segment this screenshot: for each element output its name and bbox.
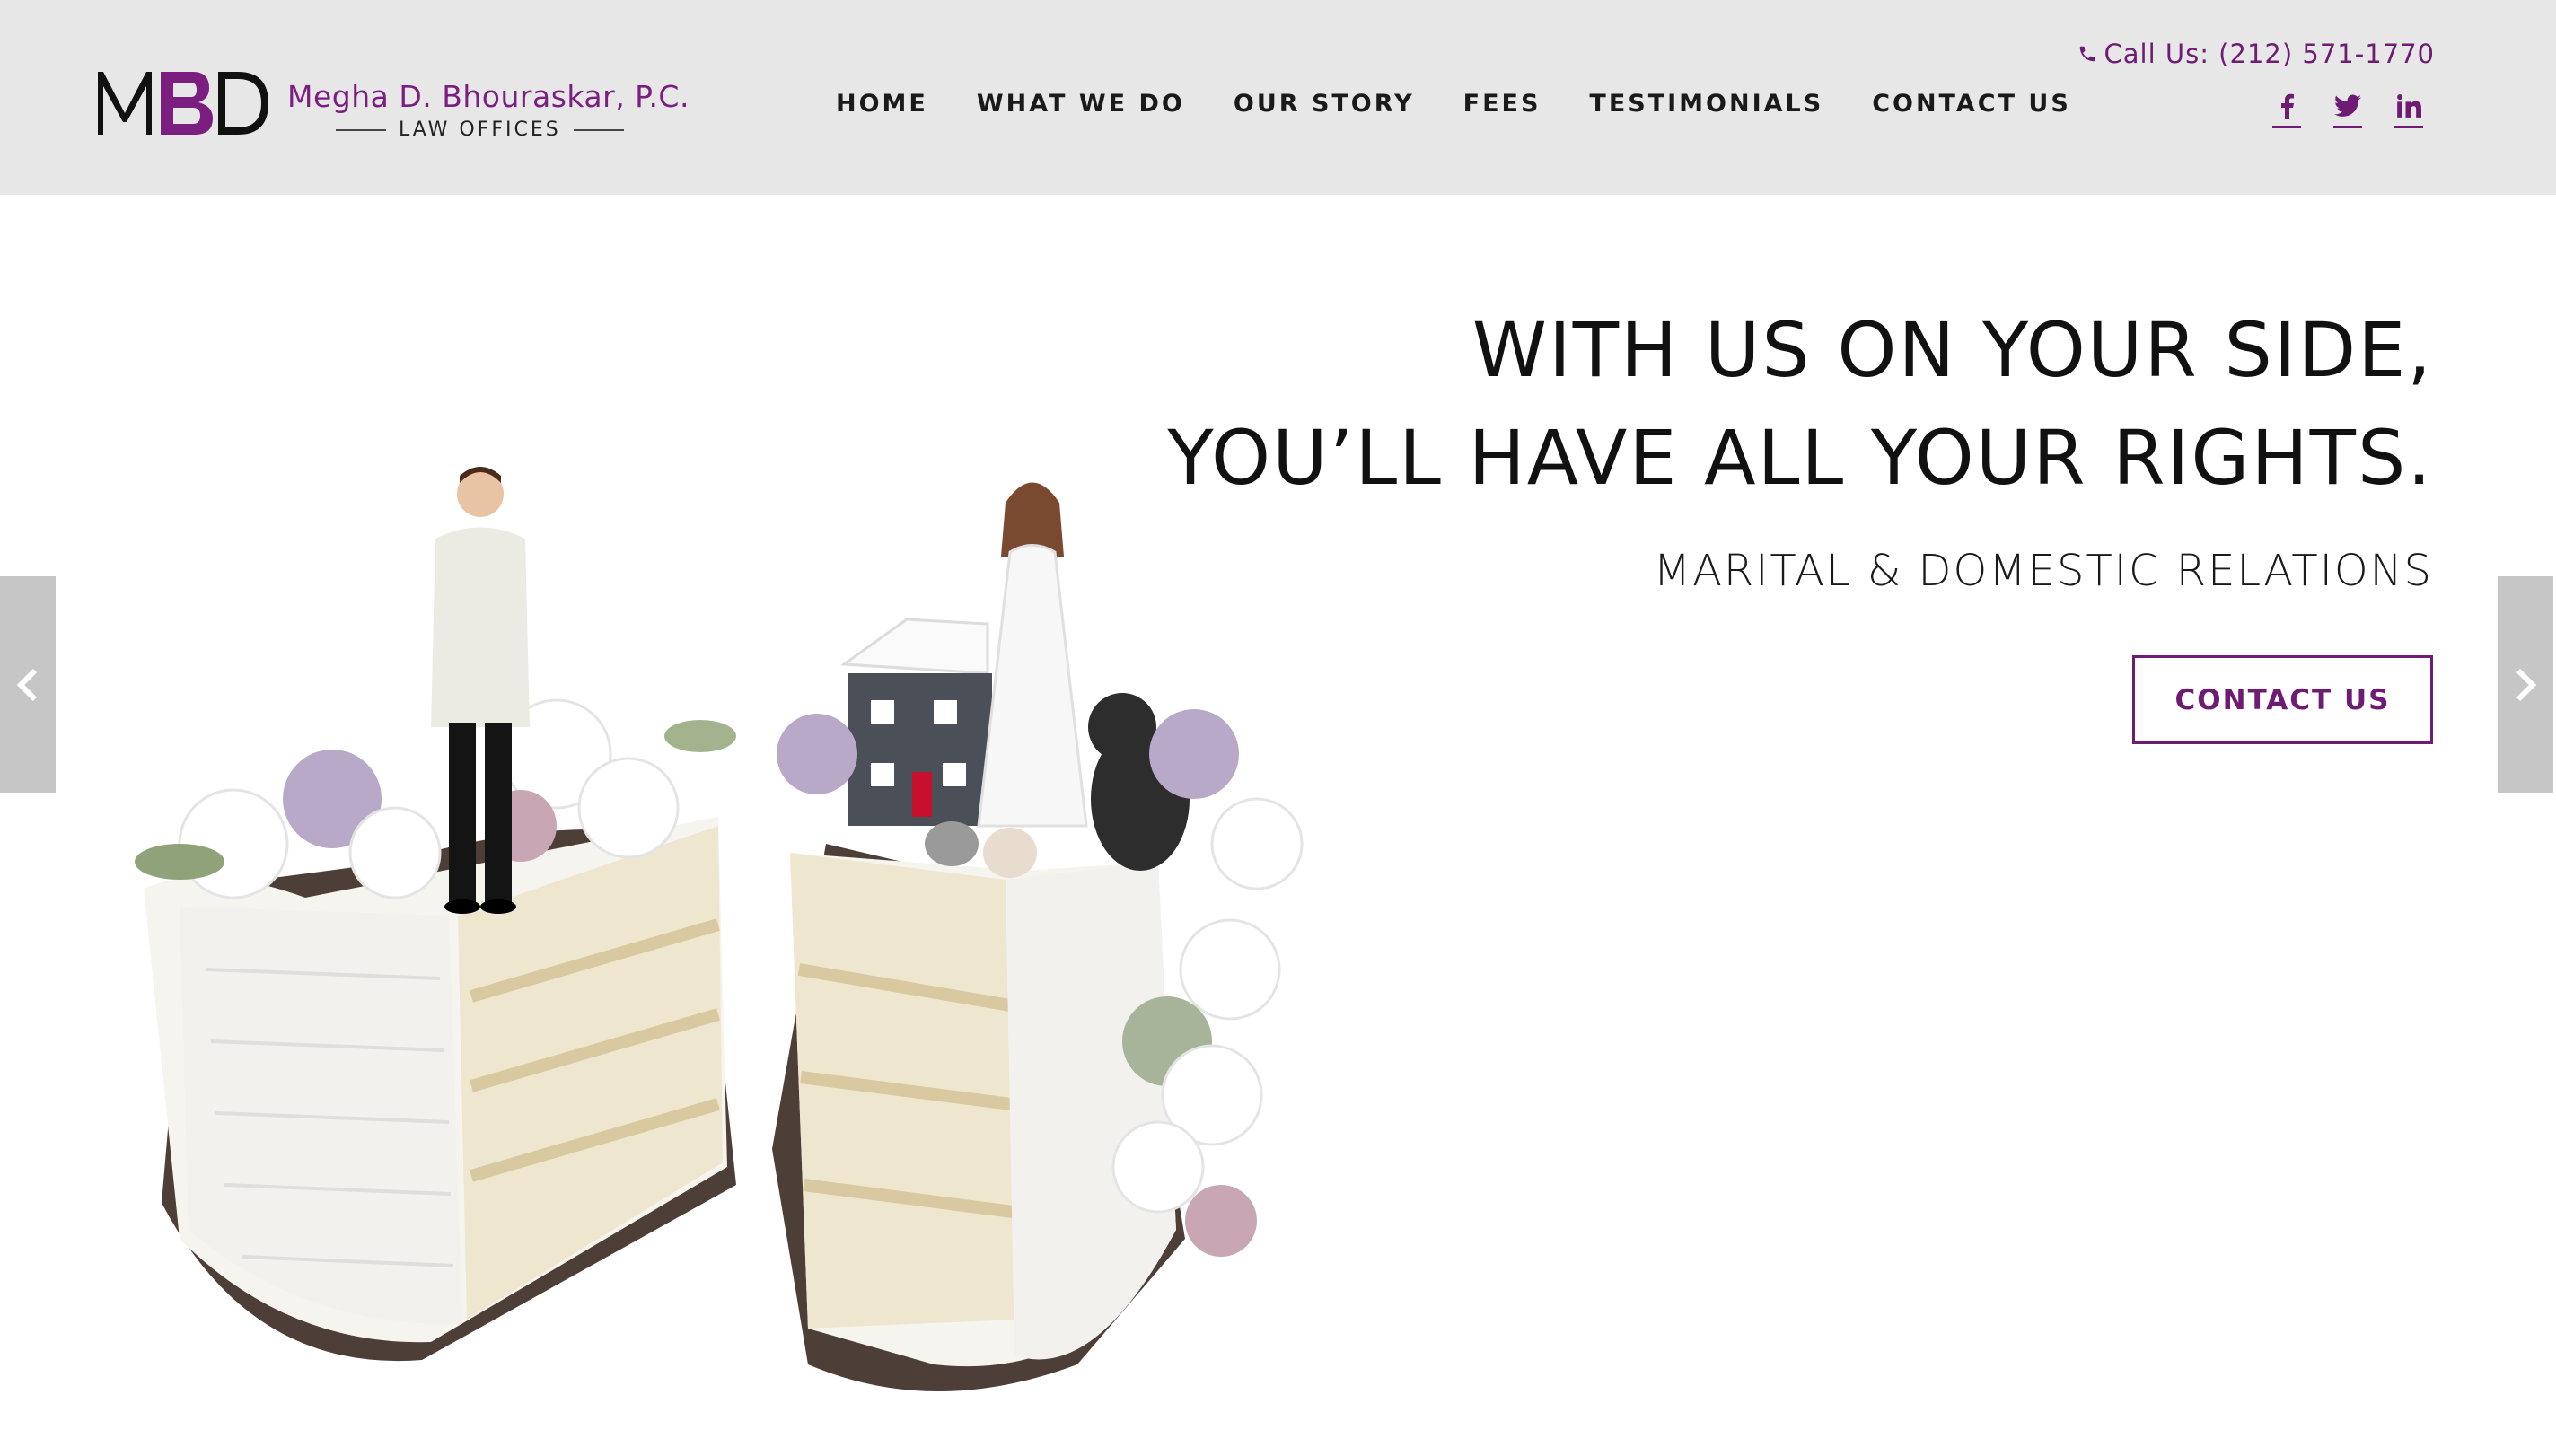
phone-icon xyxy=(2079,46,2095,62)
nav-what-we-do[interactable]: WHAT WE DO xyxy=(977,90,1185,118)
site-header: Megha D. Bhouraskar, P.C. LAW OFFICES HO… xyxy=(0,0,2556,195)
chevron-left-icon xyxy=(16,668,38,701)
nav-contact-us[interactable]: CONTACT US xyxy=(1872,90,2071,118)
house-figurine xyxy=(839,618,992,826)
hero-headline-line1: WITH US ON YOUR SIDE, xyxy=(1471,306,2433,394)
linkedin-icon xyxy=(2397,94,2421,118)
firm-subtitle: LAW OFFICES xyxy=(323,118,637,141)
hero-headline-line2: YOU’LL HAVE ALL YOUR RIGHTS. xyxy=(1167,414,2433,502)
chevron-right-icon xyxy=(2516,668,2537,701)
divider xyxy=(573,129,624,131)
divider xyxy=(336,129,386,131)
twitter-link[interactable] xyxy=(2333,86,2362,128)
nav-fees[interactable]: FEES xyxy=(1463,90,1542,118)
contact-us-button[interactable]: CONTACT US xyxy=(2132,655,2433,744)
nav-our-story[interactable]: OUR STORY xyxy=(1234,90,1415,118)
hero-tagline: MARITAL & DOMESTIC RELATIONS xyxy=(1653,546,2433,596)
phone-text: Call Us: (212) 571-1770 xyxy=(2104,39,2435,69)
slider-next-button[interactable] xyxy=(2498,576,2553,793)
logo-mark xyxy=(98,72,268,135)
facebook-icon xyxy=(2281,93,2294,119)
hero-headline: WITH US ON YOUR SIDE, YOU’LL HAVE ALL YO… xyxy=(1167,296,2433,512)
phone-link[interactable]: Call Us: (212) 571-1770 xyxy=(2077,39,2436,69)
nav-testimonials[interactable]: TESTIMONIALS xyxy=(1589,90,1823,118)
firm-subtitle-text: LAW OFFICES xyxy=(399,118,561,141)
hero-image-cake xyxy=(135,467,1304,1391)
nav-home[interactable]: HOME xyxy=(836,90,928,118)
main-nav: HOME WHAT WE DO OUR STORY FEES TESTIMONI… xyxy=(836,90,2120,118)
social-links xyxy=(2272,86,2423,128)
linkedin-link[interactable] xyxy=(2394,86,2423,128)
slider-prev-button[interactable] xyxy=(0,576,56,793)
twitter-icon xyxy=(2334,94,2361,117)
firm-name: Megha D. Bhouraskar, P.C. xyxy=(287,79,690,114)
right-cake-slice xyxy=(772,844,1185,1391)
logo[interactable]: Megha D. Bhouraskar, P.C. LAW OFFICES xyxy=(94,66,723,141)
facebook-link[interactable] xyxy=(2272,86,2301,128)
bride-figurine xyxy=(977,482,1088,828)
